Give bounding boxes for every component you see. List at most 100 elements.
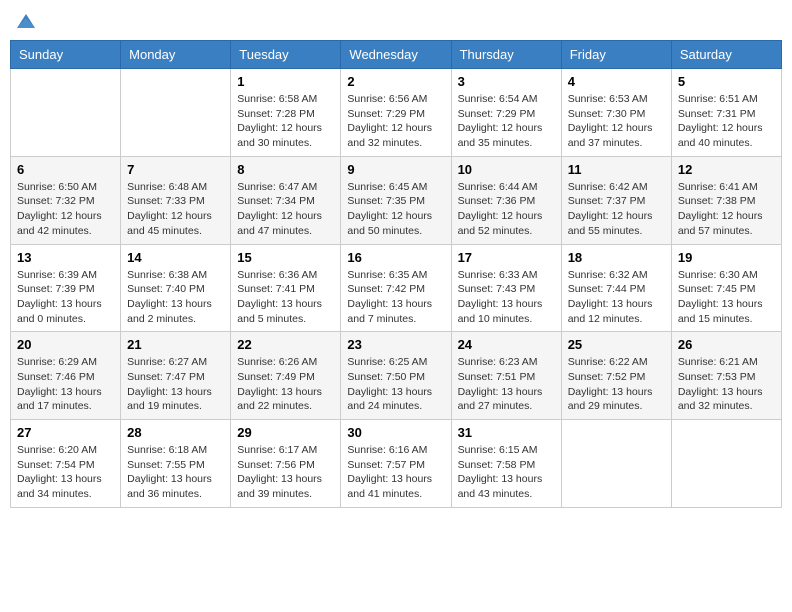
calendar-cell — [11, 69, 121, 157]
day-number: 15 — [237, 250, 334, 265]
calendar-cell: 24 Sunrise: 6:23 AM Sunset: 7:51 PM Dayli… — [451, 332, 561, 420]
calendar-cell: 20 Sunrise: 6:29 AM Sunset: 7:46 PM Dayli… — [11, 332, 121, 420]
day-of-week-header: Monday — [121, 41, 231, 69]
day-number: 28 — [127, 425, 224, 440]
calendar-cell: 12 Sunrise: 6:41 AM Sunset: 7:38 PM Dayli… — [671, 156, 781, 244]
calendar-cell: 2 Sunrise: 6:56 AM Sunset: 7:29 PM Daylig… — [341, 69, 451, 157]
day-number: 18 — [568, 250, 665, 265]
calendar-cell: 17Sunrise: 6:33 AM Sunset: 7:43 PM Dayli… — [451, 244, 561, 332]
day-of-week-header: Saturday — [671, 41, 781, 69]
day-info: Sunrise: 6:38 AM Sunset: 7:40 PM Dayligh… — [127, 268, 224, 327]
calendar-cell: 30 Sunrise: 6:16 AM Sunset: 7:57 PM Dayli… — [341, 420, 451, 508]
day-info: Sunrise: 6:47 AM Sunset: 7:34 PM Dayligh… — [237, 180, 334, 239]
day-info: Sunrise: 6:42 AM Sunset: 7:37 PM Dayligh… — [568, 180, 665, 239]
day-info: Sunrise: 6:51 AM Sunset: 7:31 PM Dayligh… — [678, 92, 775, 151]
day-info: Sunrise: 6:29 AM Sunset: 7:46 PM Dayligh… — [17, 355, 114, 414]
calendar-cell — [671, 420, 781, 508]
calendar-cell: 31 Sunrise: 6:15 AM Sunset: 7:58 PM Dayli… — [451, 420, 561, 508]
day-info: Sunrise: 6:54 AM Sunset: 7:29 PM Dayligh… — [458, 92, 555, 151]
calendar-cell: 16 Sunrise: 6:35 AM Sunset: 7:42 PM Dayli… — [341, 244, 451, 332]
day-number: 26 — [678, 337, 775, 352]
calendar-cell: 14 Sunrise: 6:38 AM Sunset: 7:40 PM Dayli… — [121, 244, 231, 332]
day-info: Sunrise: 6:32 AM Sunset: 7:44 PM Dayligh… — [568, 268, 665, 327]
calendar-cell: 21 Sunrise: 6:27 AM Sunset: 7:47 PM Dayli… — [121, 332, 231, 420]
calendar-cell: 26 Sunrise: 6:21 AM Sunset: 7:53 PM Dayli… — [671, 332, 781, 420]
day-info: Sunrise: 6:45 AM Sunset: 7:35 PM Dayligh… — [347, 180, 444, 239]
calendar-cell: 4 Sunrise: 6:53 AM Sunset: 7:30 PM Daylig… — [561, 69, 671, 157]
day-number: 1 — [237, 74, 334, 89]
day-number: 4 — [568, 74, 665, 89]
calendar-cell: 13Sunrise: 6:39 AM Sunset: 7:39 PM Dayli… — [11, 244, 121, 332]
day-number: 16 — [347, 250, 444, 265]
calendar-cell: 1 Sunrise: 6:58 AM Sunset: 7:28 PM Daylig… — [231, 69, 341, 157]
day-of-week-header: Sunday — [11, 41, 121, 69]
day-number: 11 — [568, 162, 665, 177]
calendar-week-row: 1 Sunrise: 6:58 AM Sunset: 7:28 PM Daylig… — [11, 69, 782, 157]
day-info: Sunrise: 6:22 AM Sunset: 7:52 PM Dayligh… — [568, 355, 665, 414]
calendar-cell: 19Sunrise: 6:30 AM Sunset: 7:45 PM Dayli… — [671, 244, 781, 332]
day-number: 8 — [237, 162, 334, 177]
day-info: Sunrise: 6:58 AM Sunset: 7:28 PM Dayligh… — [237, 92, 334, 151]
day-info: Sunrise: 6:17 AM Sunset: 7:56 PM Dayligh… — [237, 443, 334, 502]
day-header-row: SundayMondayTuesdayWednesdayThursdayFrid… — [11, 41, 782, 69]
day-number: 7 — [127, 162, 224, 177]
day-info: Sunrise: 6:39 AM Sunset: 7:39 PM Dayligh… — [17, 268, 114, 327]
day-number: 24 — [458, 337, 555, 352]
day-number: 6 — [17, 162, 114, 177]
day-number: 5 — [678, 74, 775, 89]
calendar-cell: 9 Sunrise: 6:45 AM Sunset: 7:35 PM Daylig… — [341, 156, 451, 244]
calendar-cell: 25 Sunrise: 6:22 AM Sunset: 7:52 PM Dayli… — [561, 332, 671, 420]
day-number: 20 — [17, 337, 114, 352]
calendar-cell: 10 Sunrise: 6:44 AM Sunset: 7:36 PM Dayli… — [451, 156, 561, 244]
day-info: Sunrise: 6:53 AM Sunset: 7:30 PM Dayligh… — [568, 92, 665, 151]
calendar-cell: 23 Sunrise: 6:25 AM Sunset: 7:50 PM Dayli… — [341, 332, 451, 420]
calendar-cell: 3 Sunrise: 6:54 AM Sunset: 7:29 PM Daylig… — [451, 69, 561, 157]
calendar-cell: 5 Sunrise: 6:51 AM Sunset: 7:31 PM Daylig… — [671, 69, 781, 157]
day-number: 31 — [458, 425, 555, 440]
day-number: 14 — [127, 250, 224, 265]
calendar-cell: 8 Sunrise: 6:47 AM Sunset: 7:34 PM Daylig… — [231, 156, 341, 244]
calendar-cell: 18 Sunrise: 6:32 AM Sunset: 7:44 PM Dayli… — [561, 244, 671, 332]
calendar-cell: 22Sunrise: 6:26 AM Sunset: 7:49 PM Dayli… — [231, 332, 341, 420]
calendar-cell: 27Sunrise: 6:20 AM Sunset: 7:54 PM Dayli… — [11, 420, 121, 508]
logo — [15, 10, 41, 32]
day-info: Sunrise: 6:35 AM Sunset: 7:42 PM Dayligh… — [347, 268, 444, 327]
day-number: 9 — [347, 162, 444, 177]
calendar-cell: 11 Sunrise: 6:42 AM Sunset: 7:37 PM Dayli… — [561, 156, 671, 244]
day-info: Sunrise: 6:33 AM Sunset: 7:43 PM Dayligh… — [458, 268, 555, 327]
day-number: 29 — [237, 425, 334, 440]
day-number: 21 — [127, 337, 224, 352]
day-info: Sunrise: 6:25 AM Sunset: 7:50 PM Dayligh… — [347, 355, 444, 414]
day-info: Sunrise: 6:27 AM Sunset: 7:47 PM Dayligh… — [127, 355, 224, 414]
day-info: Sunrise: 6:41 AM Sunset: 7:38 PM Dayligh… — [678, 180, 775, 239]
day-number: 2 — [347, 74, 444, 89]
calendar-week-row: 27Sunrise: 6:20 AM Sunset: 7:54 PM Dayli… — [11, 420, 782, 508]
day-number: 3 — [458, 74, 555, 89]
day-number: 10 — [458, 162, 555, 177]
day-info: Sunrise: 6:56 AM Sunset: 7:29 PM Dayligh… — [347, 92, 444, 151]
calendar-cell — [121, 69, 231, 157]
day-info: Sunrise: 6:44 AM Sunset: 7:36 PM Dayligh… — [458, 180, 555, 239]
calendar-cell: 28Sunrise: 6:18 AM Sunset: 7:55 PM Dayli… — [121, 420, 231, 508]
calendar-week-row: 13Sunrise: 6:39 AM Sunset: 7:39 PM Dayli… — [11, 244, 782, 332]
calendar-cell: 29 Sunrise: 6:17 AM Sunset: 7:56 PM Dayli… — [231, 420, 341, 508]
day-number: 22 — [237, 337, 334, 352]
day-of-week-header: Thursday — [451, 41, 561, 69]
day-number: 23 — [347, 337, 444, 352]
day-info: Sunrise: 6:16 AM Sunset: 7:57 PM Dayligh… — [347, 443, 444, 502]
calendar-cell — [561, 420, 671, 508]
header — [10, 10, 782, 32]
day-info: Sunrise: 6:23 AM Sunset: 7:51 PM Dayligh… — [458, 355, 555, 414]
day-number: 27 — [17, 425, 114, 440]
day-number: 12 — [678, 162, 775, 177]
day-info: Sunrise: 6:36 AM Sunset: 7:41 PM Dayligh… — [237, 268, 334, 327]
day-number: 30 — [347, 425, 444, 440]
day-of-week-header: Wednesday — [341, 41, 451, 69]
day-info: Sunrise: 6:30 AM Sunset: 7:45 PM Dayligh… — [678, 268, 775, 327]
day-number: 25 — [568, 337, 665, 352]
day-info: Sunrise: 6:15 AM Sunset: 7:58 PM Dayligh… — [458, 443, 555, 502]
day-info: Sunrise: 6:21 AM Sunset: 7:53 PM Dayligh… — [678, 355, 775, 414]
day-info: Sunrise: 6:48 AM Sunset: 7:33 PM Dayligh… — [127, 180, 224, 239]
calendar: SundayMondayTuesdayWednesdayThursdayFrid… — [10, 40, 782, 508]
calendar-cell: 7 Sunrise: 6:48 AM Sunset: 7:33 PM Daylig… — [121, 156, 231, 244]
